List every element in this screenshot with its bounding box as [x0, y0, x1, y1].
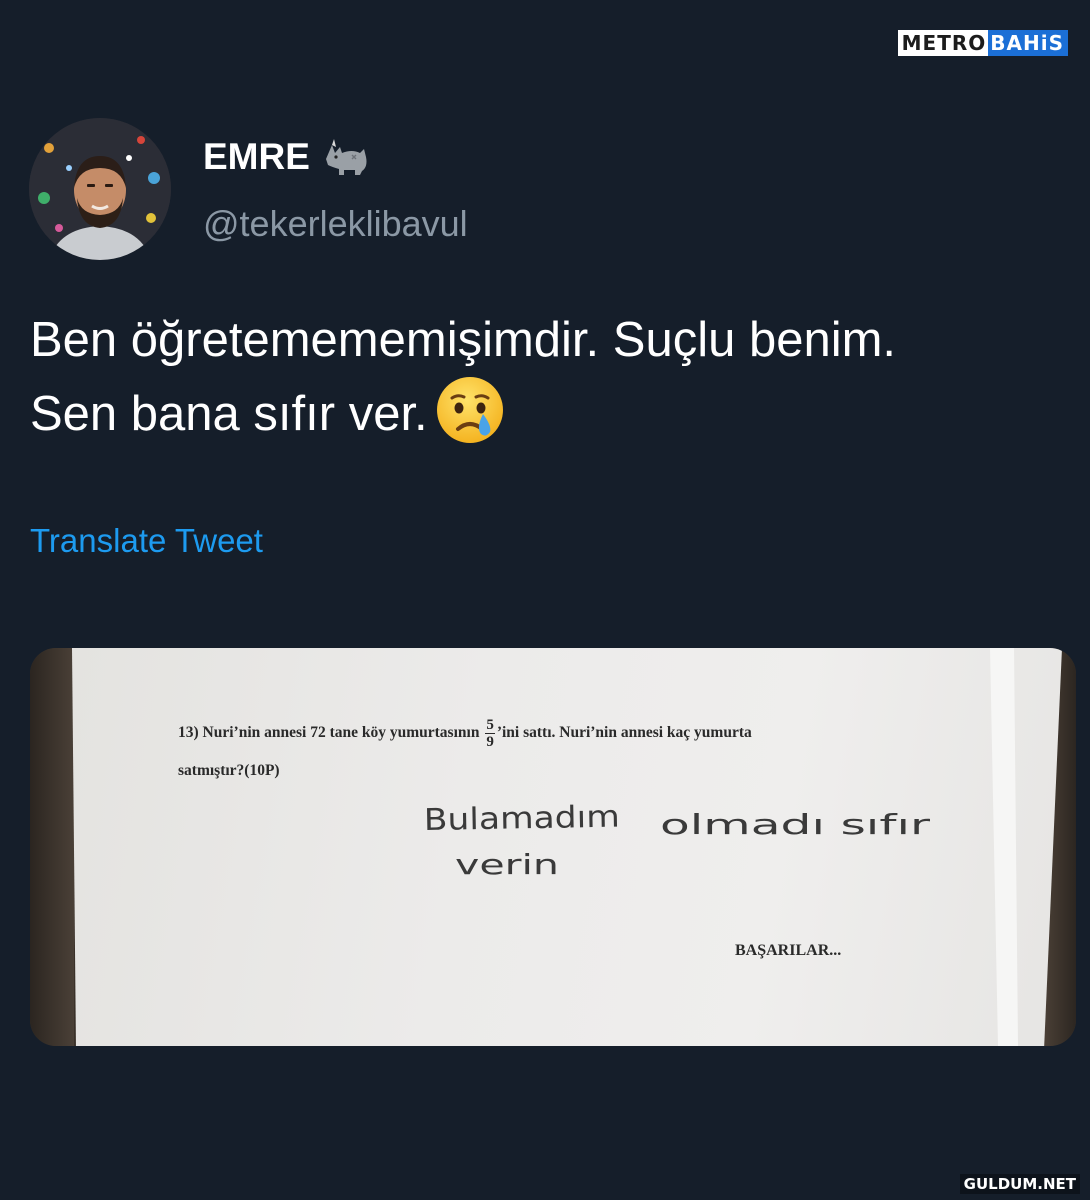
display-name-text: EMRE — [203, 136, 310, 177]
rhino-icon — [322, 137, 370, 177]
tweet-photo[interactable]: 13) Nuri’nin annesi 72 tane köy yumurtas… — [30, 648, 1076, 1046]
tweet-text-line2: Sen bana sıfır ver. — [30, 387, 428, 441]
user-handle[interactable]: @tekerleklibavul — [203, 203, 468, 245]
handwritten-line1-part1: Bulamadım — [424, 800, 621, 838]
tweet-text: Ben öğretemememişimdir. Suçlu benim. Sen… — [30, 306, 1070, 448]
handwritten-line2: verin — [455, 848, 559, 881]
avatar[interactable] — [29, 118, 171, 260]
display-name[interactable]: EMRE — [203, 136, 370, 178]
watermark-logo-part1: METRO — [897, 30, 989, 56]
watermark-site: GULDUM.NET — [959, 1174, 1080, 1194]
tweet-text-line2-wrap: Sen bana sıfır ver. — [30, 374, 1070, 448]
translate-tweet-link[interactable]: Translate Tweet — [30, 522, 263, 560]
tweet-text-line1: Ben öğretemememişimdir. Suçlu benim. — [30, 313, 897, 367]
watermark-logo-part2: BAHiS — [988, 30, 1068, 56]
handwritten-answer: Bulamadım olmadı sıfır verin — [424, 800, 931, 881]
crying-face-icon — [434, 374, 506, 446]
exam-footer: BAŞARILAR... — [735, 942, 842, 959]
handwritten-line1-part2: olmadı sıfır — [660, 808, 931, 841]
watermark-logo: METRO BAHiS — [897, 30, 1068, 56]
avatar-photo — [29, 118, 171, 260]
